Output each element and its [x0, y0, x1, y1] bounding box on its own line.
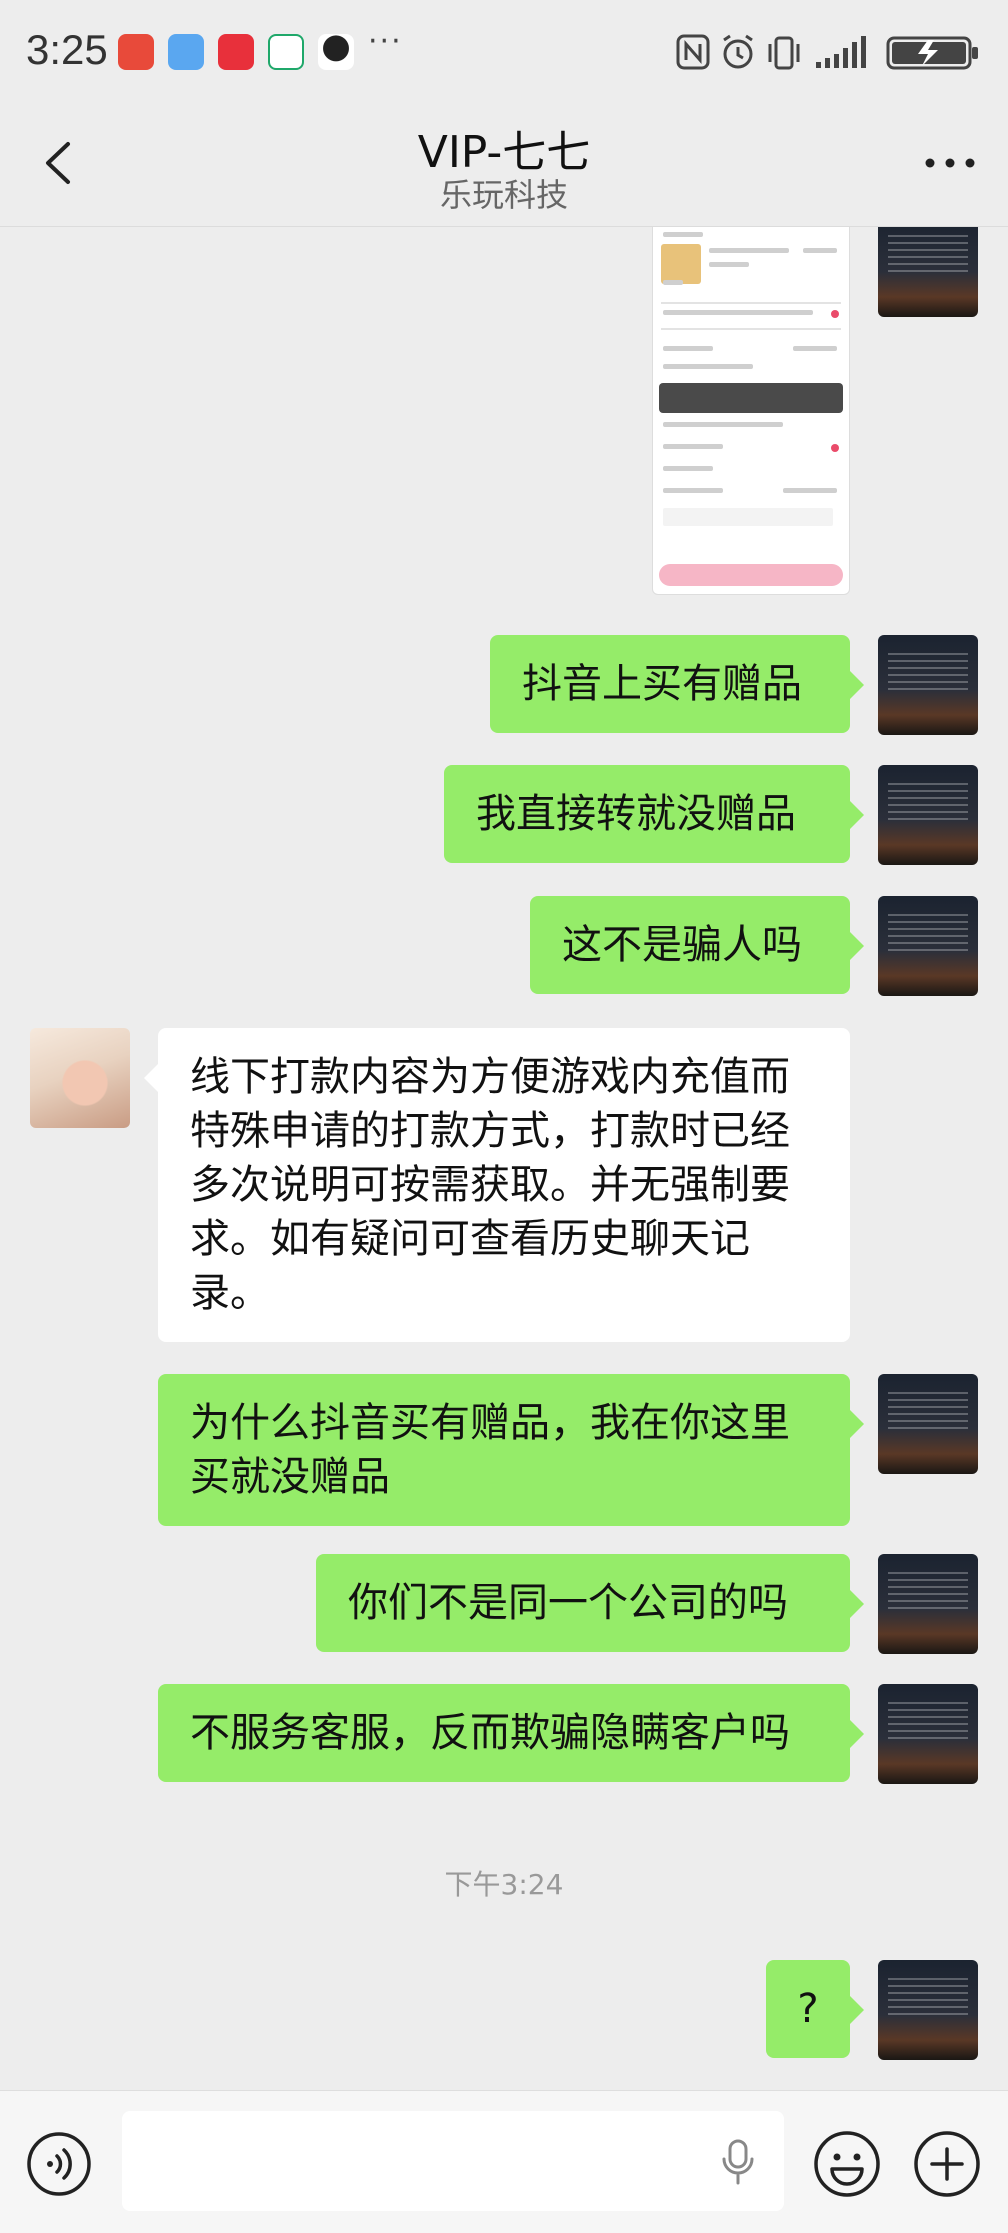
- missed-call-icon: [118, 34, 154, 70]
- my-avatar[interactable]: [878, 1684, 978, 1784]
- message-bubble-me[interactable]: 为什么抖音买有赠品，我在你这里 买就没赠品: [158, 1374, 864, 1526]
- message-bubble-me[interactable]: ?: [766, 1960, 864, 2058]
- chat-header: VIP-七七 乐玩科技: [0, 100, 1008, 227]
- message-text: 这不是骗人吗: [562, 922, 802, 968]
- message-bubble-other[interactable]: 线下打款内容为方便游戏内充值而 特殊申请的打款方式，打款时已经 多次说明可按需获…: [144, 1028, 850, 1342]
- status-right-icons: [676, 34, 978, 70]
- home-app-icon: [268, 34, 304, 70]
- my-avatar[interactable]: [878, 1960, 978, 2060]
- contact-avatar[interactable]: [30, 1028, 130, 1128]
- message-bubble-me[interactable]: 我直接转就没赠品: [444, 765, 864, 863]
- more-options-icon[interactable]: [922, 140, 978, 186]
- more-notifications-indicator: ···: [368, 24, 403, 59]
- vibrate-icon: [768, 36, 800, 70]
- input-bar: [0, 2090, 1008, 2233]
- message-text-line: 线下打款内容为方便游戏内充值而: [190, 1054, 790, 1100]
- status-time: 3:25: [26, 26, 108, 73]
- more-actions-plus-icon[interactable]: [912, 2129, 982, 2199]
- message-text-line: 录。: [190, 1270, 270, 1316]
- nfc-icon: [676, 34, 710, 70]
- voice-toggle-icon[interactable]: [26, 2131, 92, 2197]
- message-text-line: 多次说明可按需获取。并无强制要: [190, 1162, 790, 1208]
- tooltip-overlay: [659, 383, 843, 413]
- message-text: 你们不是同一个公司的吗: [348, 1580, 788, 1626]
- message-bubble-me[interactable]: 抖音上买有赠品: [490, 635, 864, 733]
- message-text: ?: [797, 1986, 819, 2032]
- message-text-line: 求。如有疑问可查看历史聊天记: [190, 1216, 750, 1262]
- signal-icon: [816, 36, 866, 68]
- my-avatar[interactable]: [878, 896, 978, 996]
- message-text: 我直接转就没赠品: [476, 791, 796, 837]
- pay-button-preview: [659, 564, 843, 586]
- my-avatar[interactable]: [878, 1374, 978, 1474]
- my-avatar[interactable]: [878, 227, 978, 317]
- emoji-icon[interactable]: [812, 2129, 882, 2199]
- my-avatar[interactable]: [878, 765, 978, 865]
- status-bar: 3:25 ···: [0, 0, 1008, 100]
- alarm-icon: [723, 34, 753, 69]
- chat-subtitle: 乐玩科技: [439, 176, 568, 214]
- message-input[interactable]: [122, 2111, 784, 2211]
- microphone-icon[interactable]: [718, 2137, 758, 2187]
- message-bubble-me[interactable]: 这不是骗人吗: [530, 896, 864, 994]
- image-message[interactable]: [652, 227, 850, 595]
- message-text-line: 为什么抖音买有赠品，我在你这里: [190, 1400, 790, 1446]
- message-text-line: 特殊申请的打款方式，打款时已经: [190, 1108, 790, 1154]
- battery-icon: [886, 36, 978, 70]
- message-timestamp: 下午3:24: [444, 1868, 564, 1901]
- my-avatar[interactable]: [878, 1554, 978, 1654]
- qq-icon: [318, 34, 354, 70]
- message-text: 抖音上买有赠品: [522, 661, 802, 707]
- my-avatar[interactable]: [878, 635, 978, 735]
- message-text-line: 买就没赠品: [190, 1454, 390, 1500]
- message-bubble-me[interactable]: 你们不是同一个公司的吗: [316, 1554, 864, 1652]
- huawei-app-icon: [218, 34, 254, 70]
- message-bubble-me[interactable]: 不服务客服，反而欺骗隐瞒客户吗: [158, 1684, 864, 1782]
- app-6-icon: [168, 34, 204, 70]
- product-thumbnail: [661, 244, 701, 284]
- message-list[interactable]: 抖音上买有赠品 我直接转就没赠品 这不是骗人吗 线下打款内容为方便游戏内充值而 …: [0, 227, 1008, 2089]
- message-text: 不服务客服，反而欺骗隐瞒客户吗: [190, 1710, 790, 1756]
